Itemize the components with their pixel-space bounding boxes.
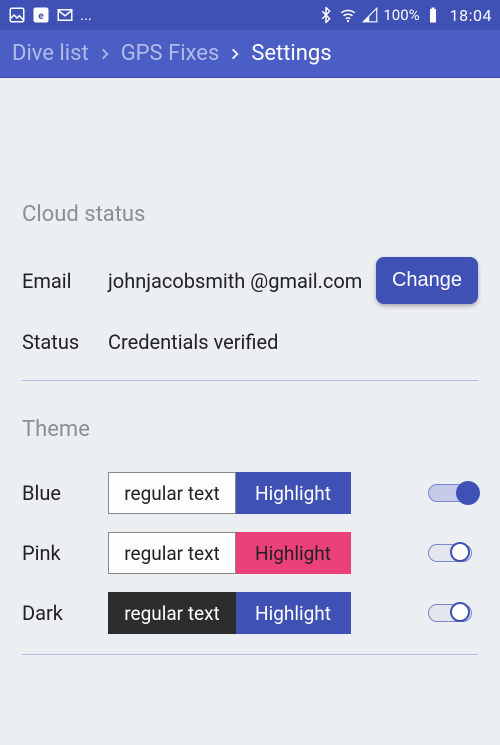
theme-swatch-pink: regular text Highlight	[108, 532, 351, 574]
swatch-highlight: Highlight	[236, 472, 351, 514]
theme-toggle-dark[interactable]	[428, 601, 478, 625]
section-divider	[22, 380, 478, 381]
status-notification-area: e ...	[8, 6, 92, 24]
email-label: Email	[22, 269, 108, 293]
theme-swatch-dark: regular text Highlight	[108, 592, 351, 634]
notification-ellipsis: ...	[80, 6, 92, 24]
chevron-right-icon	[95, 44, 115, 64]
cell-signal-icon	[361, 6, 379, 24]
wifi-icon	[339, 6, 357, 24]
swatch-regular: regular text	[108, 472, 236, 514]
breadcrumb-item-gpsfixes[interactable]: GPS Fixes	[115, 41, 226, 66]
theme-label-blue: Blue	[22, 481, 108, 505]
breadcrumb: Dive list GPS Fixes Settings	[0, 30, 500, 78]
breadcrumb-item-divelist[interactable]: Dive list	[6, 41, 95, 66]
email-value: johnjacobsmith @gmail.com	[108, 269, 376, 293]
theme-toggle-pink[interactable]	[428, 541, 478, 565]
theme-label-pink: Pink	[22, 541, 108, 565]
swatch-regular: regular text	[108, 592, 236, 634]
settings-content: Cloud status Email johnjacobsmith @gmail…	[0, 78, 500, 655]
image-notification-icon	[8, 6, 26, 24]
theme-label-dark: Dark	[22, 601, 108, 625]
breadcrumb-item-settings[interactable]: Settings	[245, 41, 337, 66]
cloud-email-row: Email johnjacobsmith @gmail.com Change	[22, 257, 478, 304]
status-system-area: 100% 18:04	[317, 6, 492, 25]
theme-toggle-blue[interactable]	[428, 481, 478, 505]
battery-percent: 100%	[383, 6, 419, 24]
status-value: Credentials verified	[108, 330, 478, 354]
chevron-right-icon	[225, 44, 245, 64]
mail-notification-icon	[56, 6, 74, 24]
theme-row-dark: Dark regular text Highlight	[22, 592, 478, 634]
status-clock: 18:04	[450, 6, 492, 25]
android-status-bar: e ... 100% 18:04	[0, 0, 500, 30]
section-divider	[22, 654, 478, 655]
theme-swatch-blue: regular text Highlight	[108, 472, 351, 514]
swatch-regular: regular text	[108, 532, 236, 574]
battery-icon	[424, 6, 442, 24]
section-title-cloud: Cloud status	[22, 202, 478, 227]
section-title-theme: Theme	[22, 417, 478, 442]
theme-row-blue: Blue regular text Highlight	[22, 472, 478, 514]
theme-row-pink: Pink regular text Highlight	[22, 532, 478, 574]
swatch-highlight: Highlight	[236, 532, 351, 574]
app-notification-icon: e	[32, 6, 50, 24]
status-label: Status	[22, 330, 108, 354]
svg-text:e: e	[38, 11, 44, 22]
change-button[interactable]: Change	[376, 257, 478, 304]
bluetooth-icon	[317, 6, 335, 24]
swatch-highlight: Highlight	[236, 592, 351, 634]
cloud-status-row: Status Credentials verified	[22, 330, 478, 354]
